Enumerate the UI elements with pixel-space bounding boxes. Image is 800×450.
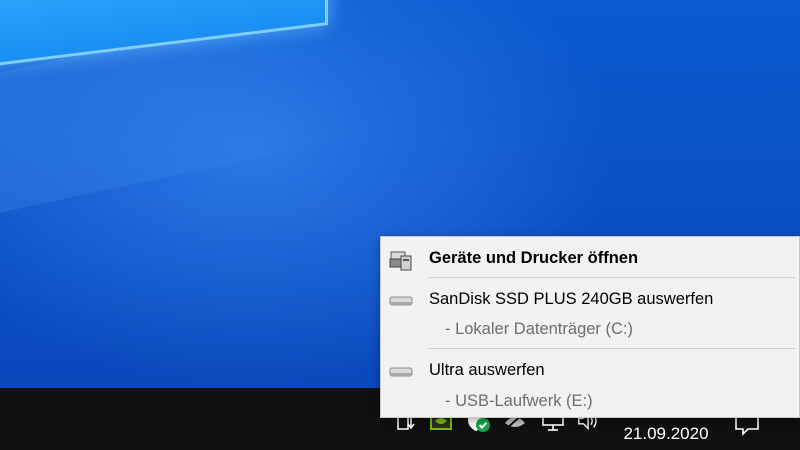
menu-item-eject-ultra[interactable]: Ultra auswerfen [381, 355, 800, 387]
menu-separator [429, 348, 795, 349]
menu-item-eject-sandisk[interactable]: SanDisk SSD PLUS 240GB auswerfen [381, 284, 800, 316]
menu-item-detail: - USB-Laufwerk (E:) [445, 392, 593, 410]
printer-icon [389, 250, 413, 271]
menu-item-open-devices-printers[interactable]: Geräte und Drucker öffnen [381, 243, 800, 275]
taskbar-date[interactable]: 21.09.2020 [606, 424, 726, 444]
menu-item-detail: - Lokaler Datenträger (C:) [445, 320, 633, 338]
eject-context-menu: Geräte und Drucker öffnen SanDisk SSD PL… [380, 236, 800, 418]
drive-icon [389, 362, 413, 380]
menu-item-label: SanDisk SSD PLUS 240GB auswerfen [429, 290, 714, 308]
drive-icon [389, 291, 413, 309]
menu-separator [429, 277, 795, 278]
menu-item-label: Ultra auswerfen [429, 361, 545, 379]
menu-item-label: Geräte und Drucker öffnen [429, 249, 639, 267]
